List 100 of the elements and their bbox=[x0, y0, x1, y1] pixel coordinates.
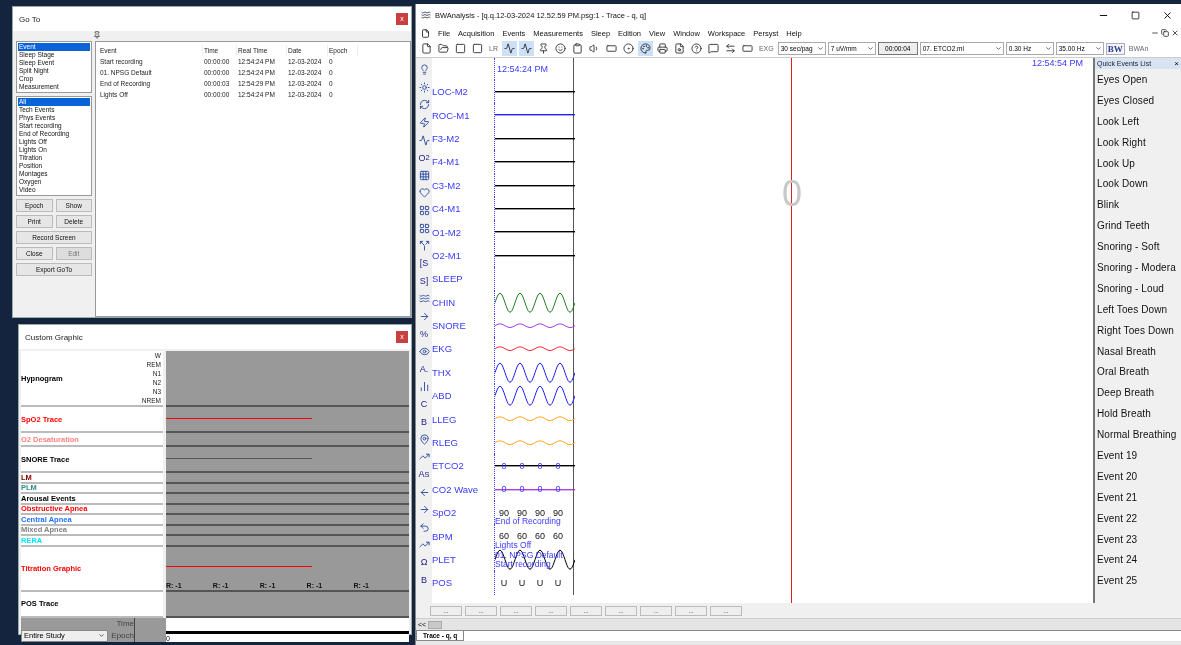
app-logo-icon bbox=[421, 10, 431, 20]
pin-icon[interactable] bbox=[93, 31, 101, 39]
quick-event-item[interactable]: Look Right bbox=[1095, 131, 1181, 153]
lightning-icon[interactable] bbox=[418, 117, 430, 129]
heart-icon[interactable] bbox=[418, 187, 430, 199]
quick-event-item[interactable]: Snoring - Soft bbox=[1095, 236, 1181, 257]
new-file-icon[interactable] bbox=[419, 41, 434, 56]
help-icon[interactable] bbox=[688, 41, 704, 56]
grid-icon[interactable] bbox=[418, 169, 430, 181]
quick-event-item[interactable]: Event 23 bbox=[1095, 528, 1181, 550]
trace-value: 0 bbox=[555, 484, 561, 495]
trace-value: 0 bbox=[537, 484, 543, 495]
quick-event-item[interactable]: Left Toes Down bbox=[1095, 298, 1181, 320]
channel-label: SLEEP bbox=[432, 272, 464, 287]
channel-label: O2-M1 bbox=[432, 248, 463, 263]
undo-icon[interactable] bbox=[418, 521, 430, 533]
trace-value: 60 bbox=[499, 531, 509, 542]
quick-event-item[interactable]: Look Up bbox=[1095, 152, 1181, 174]
time-label: 12:54:54 PM bbox=[1030, 58, 1083, 70]
dot-icon[interactable] bbox=[620, 41, 636, 56]
quick-event-item[interactable]: Event 19 bbox=[1095, 445, 1181, 466]
channel-label: C3-M2 bbox=[432, 178, 462, 193]
quick-event-item[interactable]: Right Toes Down bbox=[1095, 319, 1181, 341]
quick-event-item[interactable]: Blink bbox=[1095, 194, 1181, 216]
close-icon[interactable] bbox=[1171, 29, 1179, 37]
quick-event-item[interactable]: Event 21 bbox=[1095, 486, 1181, 508]
quick-event-item[interactable]: Look Down bbox=[1095, 173, 1181, 195]
comment-icon[interactable] bbox=[705, 41, 721, 56]
tool-button[interactable]: B bbox=[416, 412, 432, 431]
logo[interactable]: BW bbox=[1105, 42, 1125, 55]
trace-value: 0 bbox=[501, 460, 507, 471]
arrow-right-icon[interactable] bbox=[418, 310, 430, 322]
close-button[interactable]: × bbox=[1174, 59, 1179, 68]
quick-event-item[interactable]: Hold Breath bbox=[1095, 403, 1181, 425]
tool-button[interactable]: A. bbox=[416, 360, 432, 378]
channel-label: ETCO2 bbox=[432, 459, 465, 474]
quick-event-item[interactable]: Event 25 bbox=[1095, 570, 1181, 592]
trace-value: 90 bbox=[517, 507, 527, 518]
pulse-icon[interactable] bbox=[518, 41, 534, 56]
tool-button[interactable]: [S bbox=[416, 254, 432, 273]
caret-icon[interactable] bbox=[1044, 45, 1052, 52]
channel-label: PLET bbox=[432, 553, 457, 567]
trace-value: 60 bbox=[535, 531, 545, 542]
caret-icon[interactable] bbox=[1094, 45, 1102, 52]
pulse-icon[interactable] bbox=[501, 41, 517, 56]
caret-icon[interactable] bbox=[866, 45, 874, 52]
quick-event-item[interactable]: Grind Teeth bbox=[1095, 215, 1181, 237]
channel-label: SpO2 bbox=[432, 506, 458, 521]
arrow-left-icon[interactable] bbox=[418, 486, 430, 498]
refresh-icon[interactable] bbox=[418, 99, 430, 111]
printer-icon[interactable] bbox=[654, 41, 670, 56]
trace-value: U bbox=[536, 577, 544, 588]
quick-event-item[interactable]: Normal Breathing bbox=[1095, 424, 1181, 446]
eye-icon[interactable] bbox=[418, 345, 430, 357]
scroll-thumb[interactable] bbox=[428, 620, 443, 629]
caret-icon[interactable] bbox=[97, 632, 105, 639]
lightbulb-icon[interactable] bbox=[418, 64, 430, 76]
tool-button[interactable]: % bbox=[416, 324, 432, 343]
bar-chart-icon[interactable] bbox=[418, 381, 430, 392]
quick-event-item[interactable]: Event 22 bbox=[1095, 507, 1181, 529]
tool-button[interactable]: B bbox=[416, 571, 432, 589]
maximize-icon[interactable] bbox=[1130, 10, 1140, 20]
caret-icon[interactable] bbox=[816, 45, 824, 52]
trace-value: 60 bbox=[517, 531, 527, 542]
quick-event-item[interactable]: Oral Breath bbox=[1095, 361, 1181, 383]
folder-icon[interactable] bbox=[436, 41, 451, 56]
quick-event-item[interactable]: Snoring - Loud bbox=[1095, 277, 1181, 299]
quick-event-item[interactable]: Snoring - Modera bbox=[1095, 257, 1181, 278]
quick-event-item[interactable]: Event 20 bbox=[1095, 465, 1181, 487]
close-icon[interactable] bbox=[1161, 9, 1173, 21]
quick-event-item[interactable]: Eyes Open bbox=[1095, 69, 1181, 90]
channel-label: CO2 Wave bbox=[432, 482, 480, 497]
square-icon[interactable] bbox=[453, 41, 468, 56]
trace-value: 0 bbox=[519, 460, 525, 471]
arrow-right-icon[interactable] bbox=[418, 504, 430, 516]
grid-icon[interactable] bbox=[418, 222, 430, 234]
quick-event-item[interactable]: Eyes Closed bbox=[1095, 89, 1181, 111]
map-pin-icon[interactable] bbox=[418, 433, 430, 445]
face-icon[interactable] bbox=[552, 41, 568, 56]
pulse-icon[interactable] bbox=[418, 134, 430, 146]
restore-icon[interactable] bbox=[1161, 29, 1169, 37]
grid-icon[interactable] bbox=[418, 205, 430, 217]
tool-button[interactable]: Ω bbox=[416, 553, 432, 572]
event-annotation: End of Recording bbox=[495, 517, 561, 527]
channel-label: F3-M2 bbox=[432, 131, 461, 146]
palette-icon[interactable] bbox=[637, 41, 653, 56]
tool-button[interactable]: C bbox=[416, 395, 432, 413]
wave-icon[interactable] bbox=[418, 293, 430, 304]
square-icon[interactable] bbox=[470, 41, 485, 56]
trace-value: 0 bbox=[519, 484, 525, 495]
split-icon[interactable] bbox=[418, 240, 430, 252]
trace-value: 0 bbox=[501, 484, 507, 495]
tool-button[interactable]: S] bbox=[416, 272, 432, 290]
quick-event-item[interactable]: Look Left bbox=[1095, 110, 1181, 132]
quick-event-item[interactable]: Deep Breath bbox=[1095, 382, 1181, 404]
quick-event-item[interactable]: Event 24 bbox=[1095, 549, 1181, 571]
document-icon[interactable] bbox=[421, 28, 430, 38]
quick-event-item[interactable]: Nasal Breath bbox=[1095, 340, 1181, 362]
sun-icon[interactable] bbox=[418, 81, 430, 93]
caret-icon[interactable] bbox=[994, 45, 1002, 52]
